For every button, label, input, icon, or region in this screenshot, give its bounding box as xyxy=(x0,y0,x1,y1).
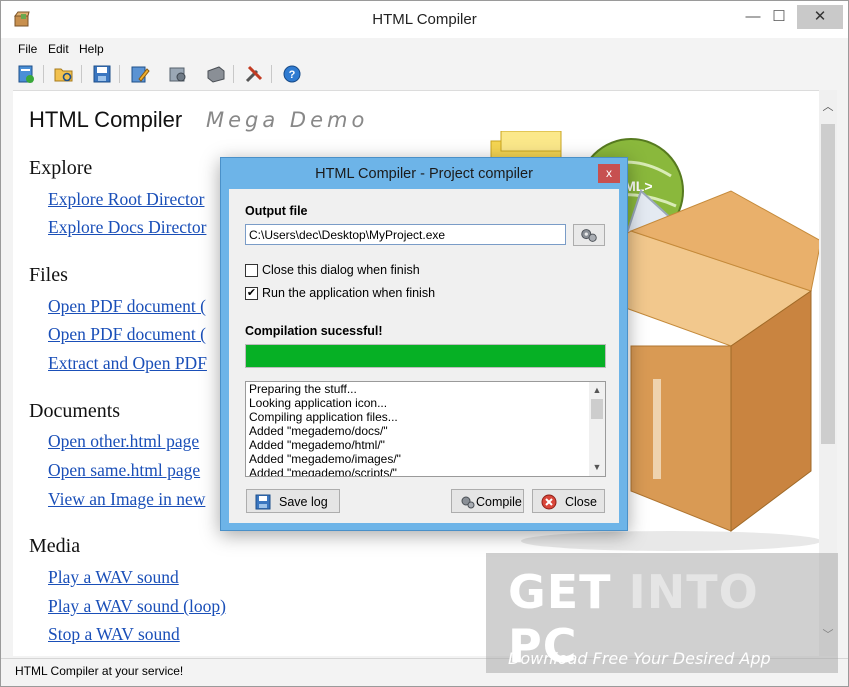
main-window: HTML Compiler — ☐ ✕ File Edit Help ? HTM… xyxy=(0,0,849,687)
link-play-wav-loop[interactable]: Play a WAV sound (loop) xyxy=(48,596,226,617)
log-line: Preparing the stuff... xyxy=(249,382,357,396)
title-bar: HTML Compiler — ☐ ✕ xyxy=(1,1,848,38)
compile-icon[interactable] xyxy=(205,63,227,85)
window-title: HTML Compiler xyxy=(372,11,477,28)
run-when-finish-checkbox[interactable]: ✔ xyxy=(245,287,258,300)
settings-icon[interactable] xyxy=(167,63,189,85)
page-title: HTML Compiler xyxy=(29,107,183,132)
link-open-pdf-2[interactable]: Open PDF document ( xyxy=(48,324,206,345)
progress-fill xyxy=(246,345,605,367)
watermark: GET INTO PC Download Free Your Desired A… xyxy=(486,553,838,673)
output-file-input[interactable] xyxy=(245,224,566,245)
save-icon[interactable] xyxy=(91,63,113,85)
log-scroll-up[interactable]: ▲ xyxy=(591,385,603,395)
svg-text:?: ? xyxy=(289,69,296,81)
dialog-title: HTML Compiler - Project compiler xyxy=(315,166,533,182)
compile-log[interactable]: Preparing the stuff... Looking applicati… xyxy=(245,381,606,477)
menu-edit[interactable]: Edit xyxy=(48,42,69,56)
help-icon[interactable]: ? xyxy=(281,63,303,85)
menu-help[interactable]: Help xyxy=(79,42,104,56)
log-scrollbar[interactable]: ▲ ▼ xyxy=(589,382,605,476)
watermark-subtitle: Download Free Your Desired App xyxy=(508,649,771,668)
dialog-body: Output file Close this dialog when finis… xyxy=(229,189,619,523)
minimize-button[interactable]: — xyxy=(739,5,767,29)
link-open-pdf-1[interactable]: Open PDF document ( xyxy=(48,296,206,317)
gear-icon xyxy=(461,496,475,509)
compile-progress-bar xyxy=(245,344,606,368)
edit-icon[interactable] xyxy=(129,63,151,85)
save-log-label: Save log xyxy=(279,495,328,509)
project-compiler-dialog: HTML Compiler - Project compiler x Outpu… xyxy=(220,157,628,531)
save-icon xyxy=(255,494,271,510)
link-play-wav[interactable]: Play a WAV sound xyxy=(48,567,179,588)
section-heading-files: Files xyxy=(29,264,68,286)
scroll-up-arrow[interactable]: ︿ xyxy=(822,98,834,114)
menu-bar: File Edit Help xyxy=(1,38,848,60)
log-line: Looking application icon... xyxy=(249,396,388,410)
log-line: Added "megademo/images/" xyxy=(249,452,401,466)
log-line: Added "megademo/html/" xyxy=(249,438,385,452)
tools-icon[interactable] xyxy=(243,63,265,85)
maximize-button[interactable]: ☐ xyxy=(765,5,793,29)
browse-settings-button[interactable] xyxy=(573,224,605,246)
close-label: Close xyxy=(565,495,597,509)
scroll-thumb[interactable] xyxy=(821,124,835,444)
dialog-close-button[interactable]: x xyxy=(598,164,620,183)
watermark-title-b: INTO xyxy=(628,565,759,619)
section-heading-explore: Explore xyxy=(29,157,93,179)
compile-button[interactable]: Compile xyxy=(451,489,524,513)
section-heading-media: Media xyxy=(29,535,81,557)
link-stop-wav[interactable]: Stop a WAV sound xyxy=(48,624,180,645)
link-open-other-page[interactable]: Open other.html page xyxy=(48,431,199,452)
compilation-status-label: Compilation sucessful! xyxy=(245,324,383,338)
log-scroll-down[interactable]: ▼ xyxy=(591,462,603,472)
link-view-image[interactable]: View an Image in new xyxy=(48,489,205,510)
toolbar: ? xyxy=(1,60,848,88)
page-subtitle: Mega Demo xyxy=(206,108,369,132)
run-when-finish-label: Run the application when finish xyxy=(262,286,436,300)
toolbar-separator xyxy=(119,65,120,83)
watermark-title-a: GET xyxy=(508,565,629,619)
link-open-same-page[interactable]: Open same.html page xyxy=(48,460,200,481)
new-project-icon[interactable] xyxy=(15,63,37,85)
log-line: Added "megademo/scripts/" xyxy=(249,466,397,477)
save-log-button[interactable]: Save log xyxy=(246,489,340,513)
link-extract-pdf[interactable]: Extract and Open PDF xyxy=(48,353,207,374)
close-when-finish-label: Close this dialog when finish xyxy=(262,263,420,277)
section-heading-documents: Documents xyxy=(29,400,121,422)
toolbar-separator xyxy=(81,65,82,83)
open-folder-icon[interactable] xyxy=(53,63,75,85)
toolbar-separator xyxy=(43,65,44,83)
status-text: HTML Compiler at your service! xyxy=(15,664,184,678)
log-line: Compiling application files... xyxy=(249,410,398,424)
compile-label: Compile xyxy=(476,495,522,509)
log-line: Added "megademo/docs/" xyxy=(249,424,388,438)
toolbar-separator xyxy=(271,65,272,83)
log-scroll-thumb[interactable] xyxy=(591,399,603,419)
close-icon xyxy=(541,494,557,510)
toolbar-separator xyxy=(233,65,234,83)
close-button[interactable]: Close xyxy=(532,489,605,513)
close-when-finish-checkbox[interactable] xyxy=(245,264,258,277)
menu-file[interactable]: File xyxy=(18,42,37,56)
link-explore-root[interactable]: Explore Root Director xyxy=(48,189,204,210)
link-explore-docs[interactable]: Explore Docs Director xyxy=(48,217,206,238)
close-window-button[interactable]: ✕ xyxy=(797,5,843,29)
output-file-label: Output file xyxy=(245,204,308,218)
